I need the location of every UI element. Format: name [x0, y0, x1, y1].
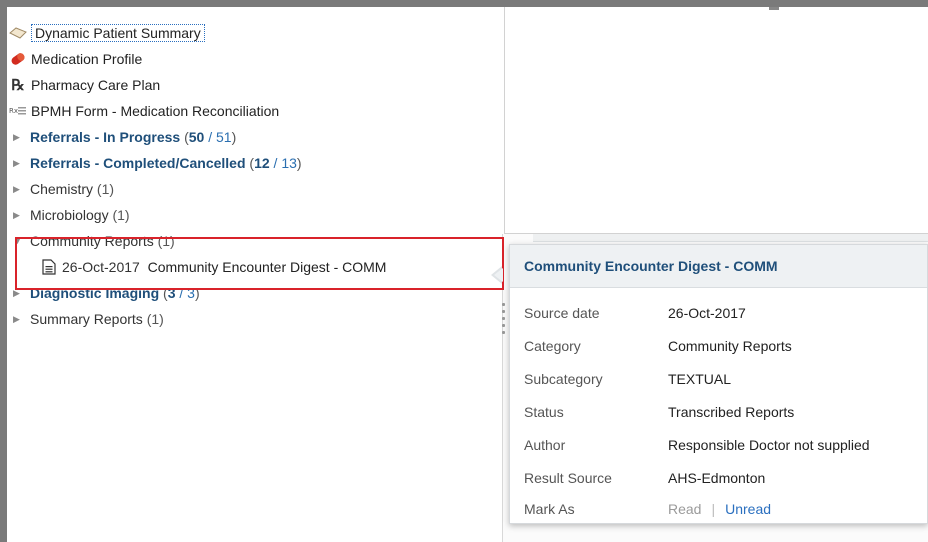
form-icon: Rx	[9, 102, 27, 120]
detail-row-status: Status Transcribed Reports	[524, 401, 794, 423]
detail-value: TEXTUAL	[668, 371, 732, 387]
detail-label: Category	[524, 338, 581, 354]
count-new: 50	[188, 129, 205, 145]
count-sep: /	[269, 155, 282, 171]
detail-row-subcategory: Subcategory TEXTUAL	[524, 368, 731, 390]
tree-item-label: Chemistry	[30, 181, 94, 197]
detail-row-author: Author Responsible Doctor not supplied	[524, 434, 870, 456]
popup-title: Community Encounter Digest - COMM	[510, 245, 927, 288]
document-details-popup: Community Encounter Digest - COMM Source…	[509, 244, 928, 524]
dynamic-summary-icon	[9, 24, 27, 42]
tree-item-label: Dynamic Patient Summary	[31, 24, 205, 42]
detail-value: 26-Oct-2017	[668, 305, 746, 321]
svg-text:Rx: Rx	[9, 107, 18, 115]
tree-item-bpmh-form[interactable]: Rx BPMH Form - Medication Reconciliation	[9, 100, 279, 122]
tree-item-label: BPMH Form - Medication Reconciliation	[31, 103, 280, 119]
tree-item-label: Pharmacy Care Plan	[31, 77, 161, 93]
detail-row-mark-as: Mark As Read | Unread	[524, 498, 771, 520]
tree-item-label: Medication Profile	[31, 51, 143, 67]
count-total: 51	[215, 129, 232, 145]
expand-arrow-icon[interactable]: ▶	[13, 132, 27, 143]
top-right-panel	[504, 7, 928, 234]
rx-icon: ℞	[11, 76, 25, 94]
detail-row-category: Category Community Reports	[524, 335, 792, 357]
tree-item-referrals-in-progress[interactable]: ▶ Referrals - In Progress (50 / 51)	[9, 126, 236, 148]
tree-item-summary-reports[interactable]: ▶ Summary Reports (1)	[9, 308, 164, 330]
tree-item-label: Summary Reports	[30, 311, 143, 327]
detail-value: Transcribed Reports	[668, 404, 795, 420]
detail-label: Mark As	[524, 501, 575, 517]
highlight-box	[15, 237, 504, 290]
callout-pointer-inner	[494, 268, 503, 282]
tree-item-count: (1)	[96, 181, 115, 197]
tree-item-medication-profile[interactable]: Medication Profile	[9, 48, 142, 70]
splitter-handle[interactable]	[502, 303, 506, 343]
detail-label: Result Source	[524, 470, 612, 486]
tree-item-label: Referrals - In Progress	[30, 129, 181, 145]
column-header-strip	[533, 234, 928, 242]
mark-separator: |	[711, 501, 716, 517]
tree-item-pharmacy-care-plan[interactable]: ℞ Pharmacy Care Plan	[9, 74, 160, 96]
count-close: )	[231, 129, 237, 145]
mark-read-link[interactable]: Read	[668, 501, 701, 517]
divider-mark	[769, 7, 779, 10]
detail-row-result-source: Result Source AHS-Edmonton	[524, 467, 765, 489]
tree-item-count: (1)	[112, 207, 130, 223]
detail-row-source-date: Source date 26-Oct-2017	[524, 302, 746, 324]
expand-arrow-icon[interactable]: ▶	[13, 158, 27, 169]
expand-arrow-icon[interactable]: ▶	[13, 314, 27, 325]
mark-unread-link[interactable]: Unread	[725, 501, 771, 517]
tree-item-count: (1)	[146, 311, 164, 327]
tree-item-referrals-completed[interactable]: ▶ Referrals - Completed/Cancelled (12 / …	[9, 152, 302, 174]
count-sep: /	[204, 129, 216, 145]
count-total: 13	[281, 155, 297, 171]
tree-item-chemistry[interactable]: ▶ Chemistry (1)	[9, 178, 114, 200]
detail-label: Subcategory	[524, 371, 603, 387]
detail-value: AHS-Edmonton	[668, 470, 766, 486]
detail-label: Source date	[524, 305, 600, 321]
detail-label: Author	[524, 437, 566, 453]
detail-value: Responsible Doctor not supplied	[668, 437, 870, 453]
expand-arrow-icon[interactable]: ▶	[13, 210, 27, 221]
detail-value: Community Reports	[668, 338, 792, 354]
count-close: )	[296, 155, 302, 171]
detail-label: Status	[524, 404, 564, 420]
tree-item-dynamic-summary[interactable]: Dynamic Patient Summary	[9, 22, 205, 44]
count-new: 12	[254, 155, 270, 171]
tree-item-microbiology[interactable]: ▶ Microbiology (1)	[9, 204, 130, 226]
tree-item-label: Referrals - Completed/Cancelled	[30, 155, 246, 171]
pill-icon	[9, 50, 27, 68]
tree-item-label: Microbiology	[30, 207, 109, 223]
expand-arrow-icon[interactable]: ▶	[13, 184, 27, 195]
